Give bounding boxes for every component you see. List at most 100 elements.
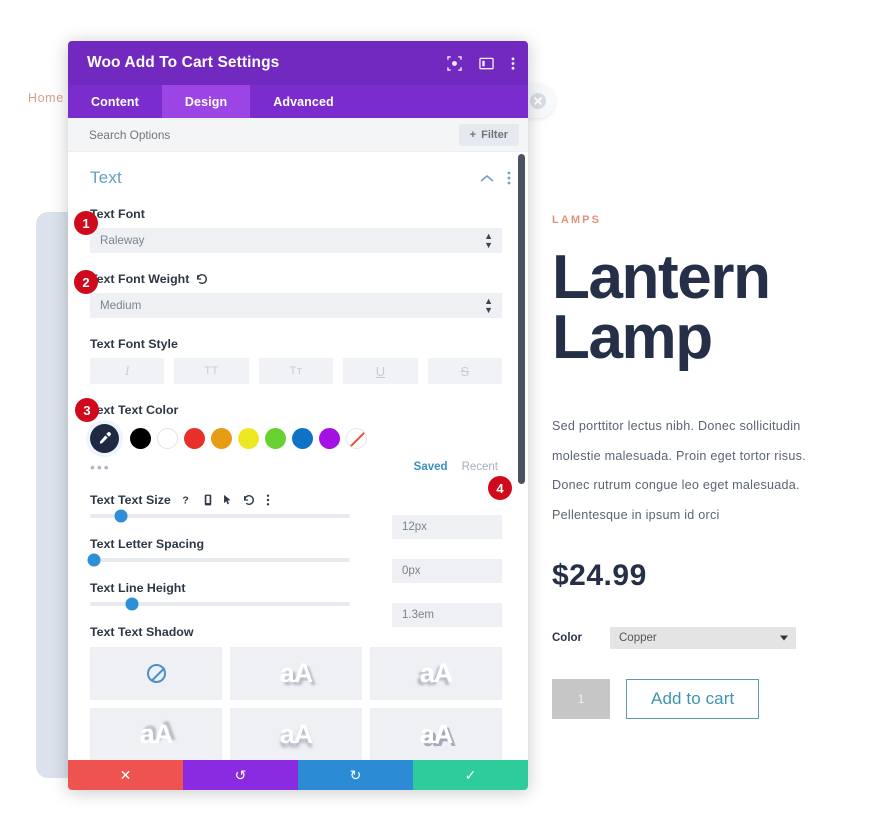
shadow-option-2[interactable]: aA <box>370 647 502 700</box>
shadow-preview: aA <box>139 719 174 749</box>
field-text-font: Text Font Raleway ▲ ▼ <box>68 207 528 253</box>
mobile-icon[interactable] <box>204 494 212 506</box>
more-vertical-icon[interactable] <box>507 171 511 185</box>
italic-button[interactable]: I <box>90 358 165 384</box>
label-text-font-weight: Text Font Weight <box>90 272 502 286</box>
tab-advanced[interactable]: Advanced <box>250 85 357 118</box>
filter-button[interactable]: + Filter <box>458 123 519 146</box>
line-height-slider[interactable] <box>90 597 350 611</box>
letter-spacing-value[interactable]: 0px <box>392 559 502 583</box>
variation-label: Color <box>552 631 583 644</box>
color-swatches <box>90 424 502 453</box>
swatch-red[interactable] <box>184 428 205 449</box>
redo-button[interactable]: ↻ <box>298 760 413 790</box>
more-vertical-icon[interactable] <box>266 494 270 506</box>
product-category[interactable]: LAMPS <box>552 214 862 226</box>
label-line-height: Text Line Height <box>90 581 186 595</box>
close-icon <box>530 93 546 109</box>
modal-tabs: Content Design Advanced <box>68 85 528 118</box>
undo-button[interactable]: ↺ <box>183 760 298 790</box>
svg-text:?: ? <box>182 495 188 506</box>
swatch-yellow[interactable] <box>238 428 259 449</box>
no-shadow-icon <box>146 664 166 683</box>
text-size-icons: ? <box>182 494 270 506</box>
cursor-icon[interactable] <box>223 494 232 506</box>
text-size-value[interactable]: 12px <box>392 515 502 539</box>
chevron-down-icon <box>780 635 788 641</box>
product-description: Sed porttitor lectus nibh. Donec sollici… <box>552 419 806 523</box>
modal-footer: ✕ ↺ ↻ ✓ <box>68 760 528 790</box>
shadow-preview: aA <box>419 719 454 749</box>
shadow-preview: aA <box>419 658 454 688</box>
underline-button[interactable]: U <box>343 358 418 384</box>
letter-spacing-slider[interactable] <box>87 553 350 567</box>
quantity-input[interactable]: 1 <box>552 678 610 719</box>
shadow-preview: aA <box>279 719 314 749</box>
chevron-up-icon[interactable] <box>480 174 494 183</box>
modal-title: Woo Add To Cart Settings <box>87 54 280 71</box>
shadow-option-1[interactable]: aA <box>230 647 362 700</box>
help-icon[interactable]: ? <box>182 494 193 506</box>
page-root: Home LAMPS Lantern Lamp Sed porttitor le… <box>0 0 880 814</box>
label-text-shadow: Text Text Shadow <box>90 625 194 639</box>
reset-icon[interactable] <box>196 273 208 285</box>
search-input[interactable] <box>89 127 459 142</box>
tab-design[interactable]: Design <box>161 85 251 118</box>
section-header-text: Text <box>68 152 528 188</box>
swatch-black[interactable] <box>130 428 151 449</box>
field-line-height: Text Line Height 1.3em <box>68 581 528 627</box>
cancel-button[interactable]: ✕ <box>68 760 183 790</box>
save-button[interactable]: ✓ <box>413 760 528 790</box>
letter-spacing-slider-knob[interactable] <box>87 553 101 567</box>
swatch-transparent[interactable] <box>346 428 367 449</box>
updown-arrows-icon: ▲ ▼ <box>484 230 493 250</box>
saved-colors-tab[interactable]: Saved <box>414 461 448 473</box>
color-select-value: Copper <box>619 631 657 644</box>
more-colors-button[interactable]: ••• <box>90 460 414 474</box>
vertical-scrollbar[interactable] <box>518 154 525 484</box>
swatch-blue[interactable] <box>292 428 313 449</box>
search-bar: + Filter <box>68 118 528 152</box>
text-size-slider[interactable] <box>90 509 350 523</box>
color-select[interactable]: Copper <box>610 626 796 649</box>
shadow-option-3[interactable]: aA <box>90 708 222 760</box>
swatch-green[interactable] <box>265 428 286 449</box>
color-meta-row: ••• Saved Recent <box>90 460 502 474</box>
line-height-value[interactable]: 1.3em <box>392 603 502 627</box>
layout-icon[interactable] <box>479 56 494 71</box>
swatch-white[interactable] <box>157 428 178 449</box>
filter-button-label: Filter <box>481 128 508 141</box>
focus-icon[interactable] <box>447 55 462 71</box>
reset-icon[interactable] <box>243 494 255 506</box>
shadow-option-none[interactable] <box>90 647 222 700</box>
callout-badge-2: 2 <box>74 270 98 294</box>
add-to-cart-button[interactable]: Add to cart <box>626 678 760 719</box>
label-text-font: Text Font <box>90 207 145 221</box>
callout-badge-1: 1 <box>74 211 98 235</box>
strikethrough-button[interactable]: S <box>427 358 503 384</box>
field-text-shadow: Text Text Shadow aA aA aA aA aA <box>68 625 528 760</box>
eyedropper-icon[interactable] <box>90 424 119 453</box>
section-title: Text <box>90 168 122 187</box>
breadcrumb[interactable]: Home <box>28 91 64 105</box>
text-font-weight-select[interactable]: Medium ▲ ▼ <box>90 293 502 318</box>
uppercase-button[interactable]: TT <box>174 358 249 384</box>
text-font-select[interactable]: Raleway ▲ ▼ <box>90 228 502 253</box>
more-vertical-icon[interactable] <box>511 56 515 71</box>
shadow-option-5[interactable]: aA <box>370 708 502 760</box>
options-scroll-area: Text Text Font Raleway ▲ ▼ Text Font Wei… <box>68 152 528 760</box>
field-letter-spacing: Text Letter Spacing 0px <box>68 537 528 583</box>
text-size-slider-knob[interactable] <box>114 509 128 523</box>
callout-badge-4: 4 <box>488 476 512 500</box>
field-text-size: Text Text Size ? 12px <box>68 493 528 539</box>
swatch-purple[interactable] <box>319 428 340 449</box>
text-font-weight-value: Medium <box>100 299 142 312</box>
shadow-option-4[interactable]: aA <box>230 708 362 760</box>
modal-header-icons <box>447 55 515 71</box>
capitalize-button[interactable]: Tт <box>258 358 334 384</box>
tab-content[interactable]: Content <box>68 85 162 118</box>
line-height-slider-knob[interactable] <box>125 597 139 611</box>
cart-row: 1 Add to cart <box>552 678 862 719</box>
recent-colors-tab[interactable]: Recent <box>462 461 498 473</box>
swatch-orange[interactable] <box>211 428 232 449</box>
